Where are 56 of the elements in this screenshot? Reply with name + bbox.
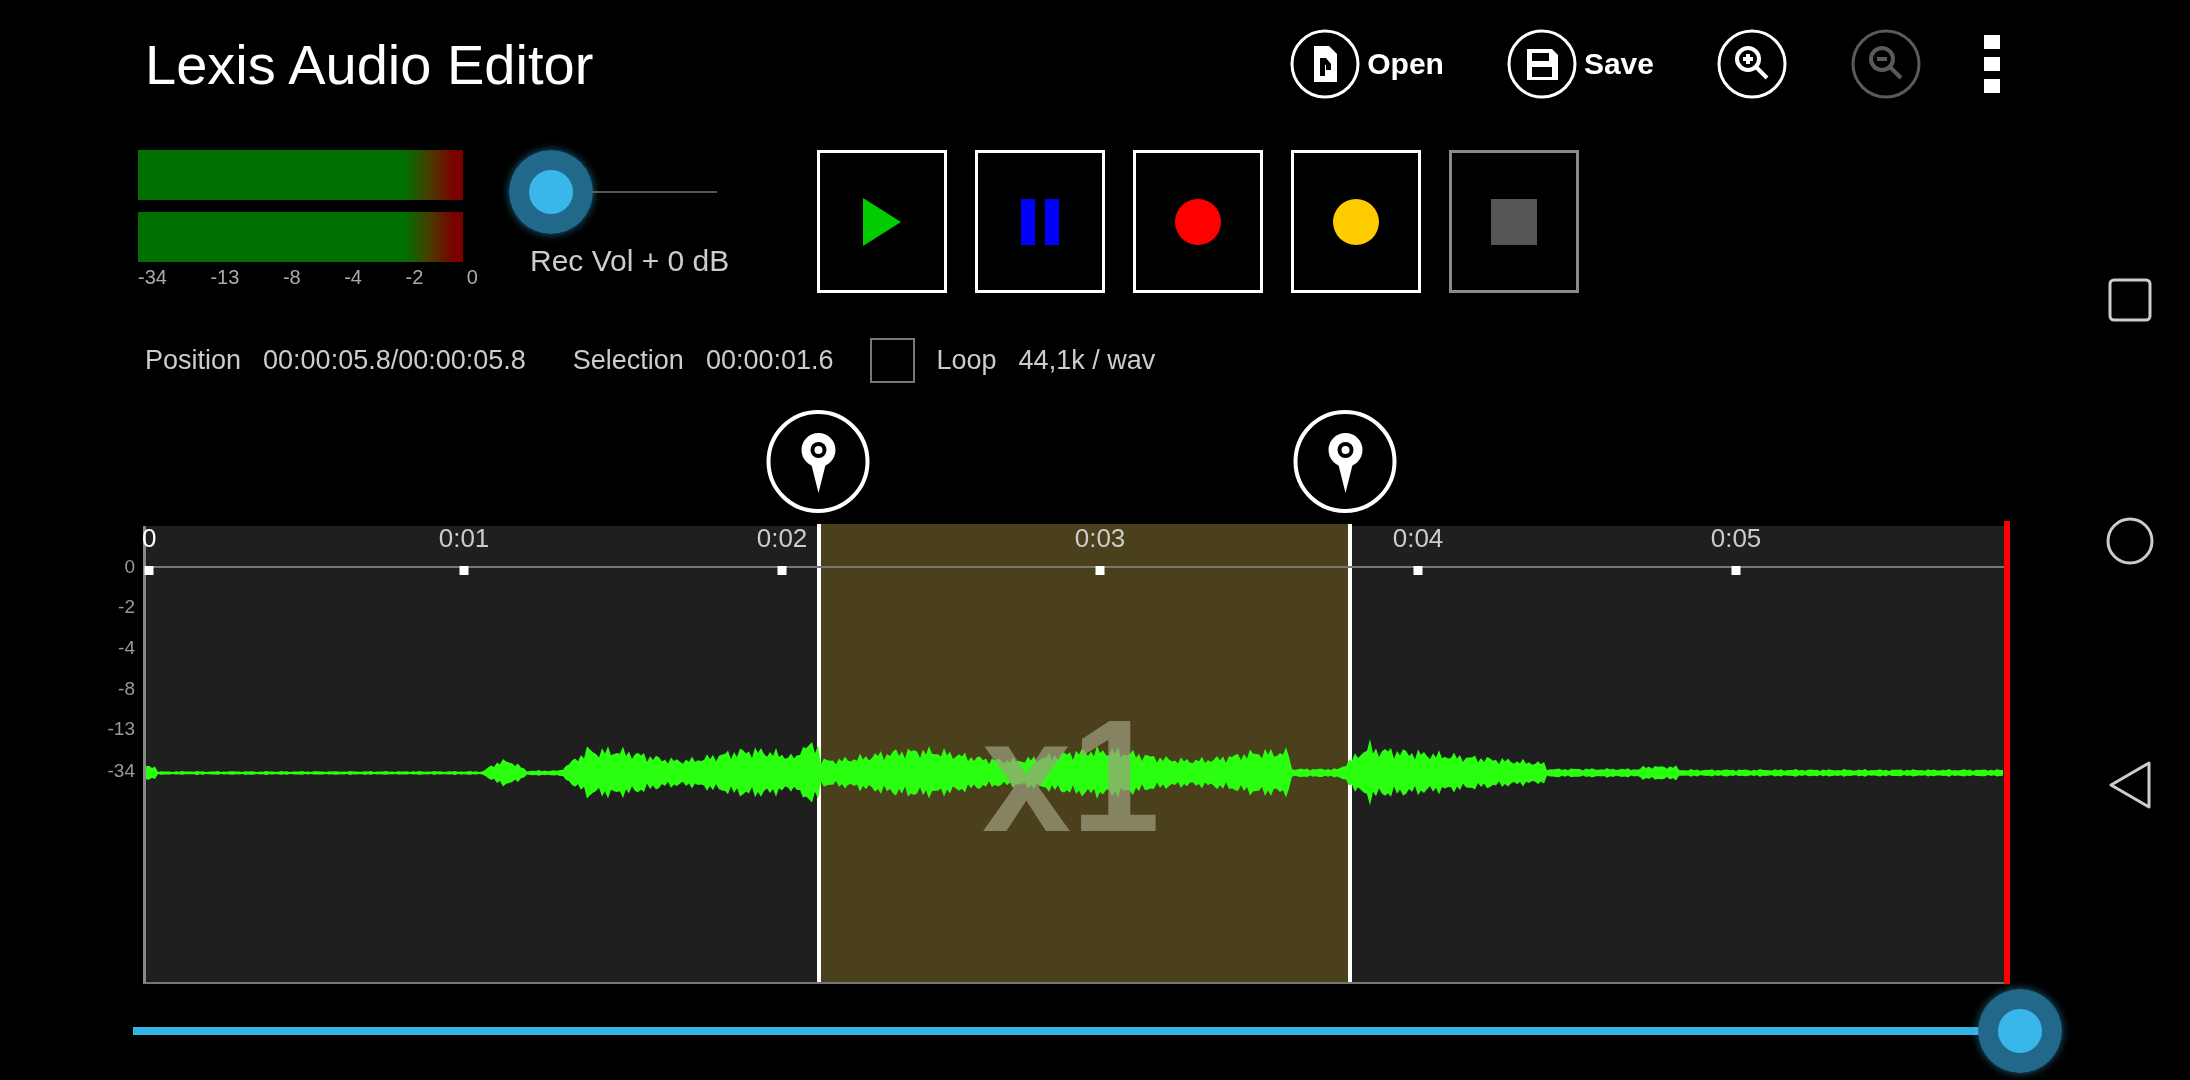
format-label: 44,1k / wav: [1018, 344, 1156, 376]
meter-scale-label: -34: [138, 266, 167, 289]
home-icon[interactable]: [2105, 516, 2155, 566]
play-button[interactable]: [817, 150, 947, 293]
tick-mark: [1095, 566, 1105, 575]
time-axis-label: 0:02: [756, 524, 808, 552]
position-label: Position: [145, 344, 242, 376]
record-icon: [1175, 198, 1221, 245]
tick-mark: [777, 566, 787, 575]
db-axis-label: -8: [118, 679, 135, 699]
save-button[interactable]: Save: [1505, 28, 1654, 100]
time-axis-label: 0: [142, 524, 157, 552]
play-icon: [863, 197, 901, 246]
selection-value: 00:00:01.6: [705, 344, 834, 376]
time-axis-label: 0:03: [1074, 524, 1126, 552]
zoom-in-button[interactable]: [1716, 28, 1788, 100]
db-axis-label: -13: [107, 719, 135, 739]
meter-scale-label: -13: [210, 266, 240, 289]
db-axis-label: -34: [107, 761, 135, 781]
db-axis-label: -4: [118, 638, 135, 658]
slider-thumb[interactable]: [509, 150, 593, 234]
floppy-disk-icon: [1505, 28, 1578, 100]
app-title: Lexis Audio Editor: [145, 31, 594, 97]
record-button[interactable]: [1133, 150, 1263, 293]
meter-scale-label: -8: [282, 266, 301, 289]
time-axis-label: 0:04: [1392, 524, 1444, 552]
more-button[interactable]: [1984, 35, 2000, 93]
back-icon[interactable]: [2107, 760, 2153, 810]
db-axis-label: 0: [124, 557, 135, 577]
pause-button[interactable]: [975, 150, 1105, 293]
record-icon: [1333, 198, 1379, 245]
pause-icon: [1021, 198, 1059, 245]
time-axis-label: 0:01: [438, 524, 490, 552]
tick-mark: [1731, 566, 1741, 575]
open-button[interactable]: Open: [1289, 28, 1444, 100]
selection-label: Selection: [572, 344, 684, 376]
tick-mark: [459, 566, 469, 575]
zoom-out-icon: [1850, 28, 1922, 100]
position-value: 00:00:05.8/00:00:05.8: [263, 344, 526, 376]
recent-apps-icon[interactable]: [2108, 278, 2152, 322]
db-axis-label: -2: [118, 597, 135, 617]
tick-mark: [1413, 566, 1423, 575]
meter-scale-label: 0: [466, 266, 478, 289]
zoom-in-icon: [1716, 28, 1788, 100]
rec-volume-label: Rec Vol + 0 dB: [530, 244, 731, 278]
more-icon: [1984, 35, 2000, 93]
meter-scale-label: -4: [344, 266, 362, 289]
document-icon: [1289, 28, 1362, 100]
slider-thumb[interactable]: [1978, 989, 2062, 1073]
meter-scale-label: -2: [405, 266, 424, 289]
overdub-button[interactable]: [1291, 150, 1421, 293]
loop-checkbox[interactable]: [869, 337, 915, 383]
time-axis-label: 0:05: [1710, 524, 1762, 552]
stop-icon: [1491, 198, 1537, 245]
tick-mark: [144, 566, 154, 575]
loop-label: Loop: [936, 344, 997, 376]
